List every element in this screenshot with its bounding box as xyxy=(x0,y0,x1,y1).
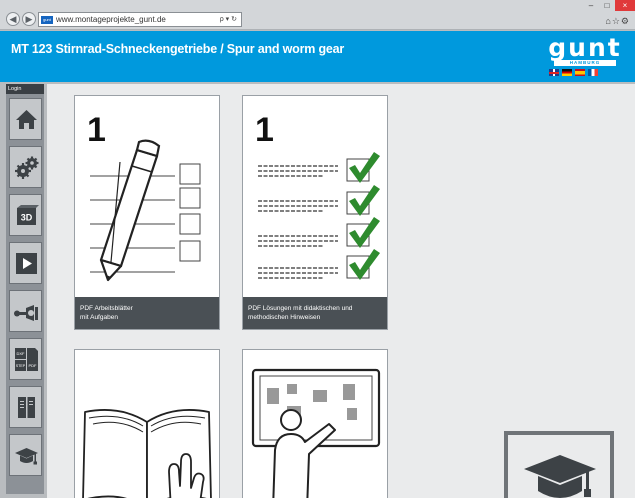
sidebar-item-gears[interactable] xyxy=(9,146,42,188)
document-icon xyxy=(18,397,35,418)
open-book-hand-illustration xyxy=(82,409,212,498)
file-formats-icon: DXF STEP PDF xyxy=(15,348,38,371)
sidebar-item-assembly[interactable] xyxy=(9,290,42,332)
sidebar: 3D DXF STEP PDF xyxy=(6,94,44,494)
worksheet-card[interactable]: 1 PDF Arbeitsblätter mit Aufgaben xyxy=(74,95,220,330)
flag-de-icon[interactable] xyxy=(562,69,572,76)
teacher-panel[interactable] xyxy=(504,431,614,498)
app-header: MT 123 Stirnrad-Schneckengetriebe / Spur… xyxy=(0,31,635,82)
forward-button[interactable]: ▶ xyxy=(22,12,36,26)
url-text[interactable]: www.montageprojekte_gunt.de xyxy=(56,13,166,26)
step-label: STEP xyxy=(16,364,26,368)
content-area: 1 PDF Arbeitsblätter mit Aufgaben 1 PDF … xyxy=(47,84,635,498)
card-number: 1 xyxy=(87,111,106,149)
gears-icon xyxy=(15,156,39,179)
flag-es-icon[interactable] xyxy=(575,69,585,76)
manual-card[interactable] xyxy=(74,349,220,498)
browser-toolbar-icons[interactable]: ⌂☆⚙ xyxy=(605,16,630,27)
home-icon xyxy=(16,110,37,129)
caption-line-1: PDF Arbeitsblätter xyxy=(80,305,133,312)
play-icon xyxy=(16,253,37,274)
presentation-illustration xyxy=(251,368,381,498)
logo-text: gunt xyxy=(548,33,622,62)
language-flags xyxy=(549,69,598,76)
flag-uk-icon[interactable] xyxy=(549,69,559,76)
minimize-button[interactable]: – xyxy=(583,0,599,11)
sidebar-item-3d[interactable]: 3D xyxy=(9,194,42,236)
login-label[interactable]: Login xyxy=(6,84,44,94)
presentation-card[interactable] xyxy=(242,349,388,498)
graduation-cap-icon xyxy=(15,448,38,465)
address-bar[interactable]: gunt www.montageprojekte_gunt.de ρ ▾ ↻ xyxy=(38,12,242,27)
caption-line-2: mit Aufgaben xyxy=(80,314,118,321)
solutions-illustration: 1 xyxy=(255,111,380,280)
3d-icon: 3D xyxy=(17,205,39,225)
sidebar-item-documents[interactable] xyxy=(9,386,42,428)
card-number: 1 xyxy=(255,111,274,149)
caption-line-1: PDF Lösungen mit didaktischen und xyxy=(248,305,353,312)
maximize-button[interactable]: □ xyxy=(599,0,615,11)
logo-subtext: HAMBURG xyxy=(554,60,616,66)
card-caption: PDF Lösungen mit didaktischen und method… xyxy=(243,297,387,329)
graduation-cap-icon xyxy=(524,455,596,498)
caption-line-2: methodischen Hinweisen xyxy=(248,314,321,321)
card-caption: PDF Arbeitsblätter mit Aufgaben xyxy=(75,297,219,329)
wrench-nut-icon xyxy=(14,305,38,321)
solutions-card[interactable]: 1 PDF Lösungen mit didaktischen und meth… xyxy=(242,95,388,330)
favicon-icon: gunt xyxy=(41,16,53,24)
browser-chrome: ◀ ▶ gunt www.montageprojekte_gunt.de ρ ▾… xyxy=(0,0,635,30)
address-tools[interactable]: ρ ▾ ↻ xyxy=(220,13,237,26)
sidebar-item-video[interactable] xyxy=(9,242,42,284)
close-button[interactable]: × xyxy=(615,0,635,11)
sidebar-item-teacher[interactable] xyxy=(9,434,42,476)
pdf-label: PDF xyxy=(29,363,38,368)
flag-fr-icon[interactable] xyxy=(588,69,598,76)
checkmark-icons xyxy=(349,152,380,280)
sidebar-item-formats[interactable]: DXF STEP PDF xyxy=(9,338,42,380)
worksheet-illustration: 1 xyxy=(87,111,201,282)
back-button[interactable]: ◀ xyxy=(6,12,20,26)
svg-text:3D: 3D xyxy=(21,213,33,223)
pencil-icon xyxy=(99,139,161,282)
dxf-label: DXF xyxy=(17,351,26,356)
gunt-logo: gunt HAMBURG xyxy=(548,33,622,66)
page-title: MT 123 Stirnrad-Schneckengetriebe / Spur… xyxy=(11,42,345,56)
sidebar-item-home[interactable] xyxy=(9,98,42,140)
